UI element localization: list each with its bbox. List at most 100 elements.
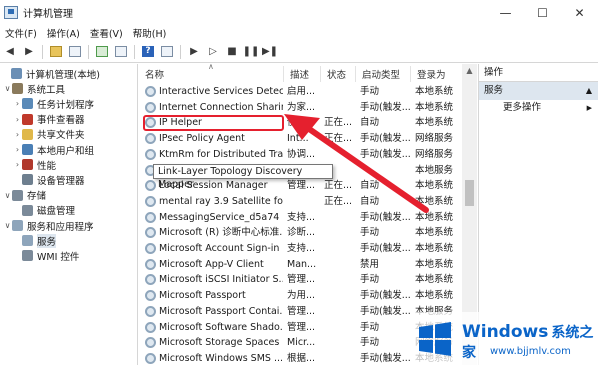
tree-item[interactable]: › 本地用户和组 xyxy=(13,142,94,157)
up-folder-icon[interactable] xyxy=(48,44,64,60)
service-name-tooltip: Link-Layer Topology Discovery Mapper xyxy=(153,164,333,190)
service-row[interactable]: KtmRm for Distributed Tra... 协调... 手动(触发..… xyxy=(139,147,465,163)
title-bar: 计算机管理 — ☐ ✕ xyxy=(0,0,598,25)
service-row[interactable]: Microsoft Passport 为用... 手动(触发... 本地系统 xyxy=(139,288,465,304)
computer-icon xyxy=(11,68,22,79)
tree-item[interactable]: ∨ 系统工具 xyxy=(3,81,65,96)
expand-right-icon[interactable]: › xyxy=(13,99,22,108)
submenu-arrow-icon: ▶ xyxy=(586,104,592,112)
service-row[interactable]: Microsoft App-V Client Man... 禁用 本地系统 xyxy=(139,257,465,273)
service-row[interactable]: Internet Connection Sharin... 为家... 手动(触发.… xyxy=(139,100,465,116)
start-service-alt-icon[interactable]: ▷ xyxy=(205,44,221,60)
service-startup: 禁用 xyxy=(360,258,380,270)
service-row[interactable]: IPsec Policy Agent Int... 正在... 手动(触发... 网络服… xyxy=(139,131,465,147)
forward-icon[interactable]: ▶ xyxy=(21,44,37,60)
service-startup: 手动 xyxy=(360,227,380,239)
tree-item[interactable]: ∨ 存储 xyxy=(3,188,46,203)
service-startup: 手动 xyxy=(360,337,380,349)
window-title: 计算机管理 xyxy=(23,9,73,20)
tree-item[interactable]: 服务 xyxy=(13,233,57,248)
service-gear-icon xyxy=(145,258,156,270)
service-row[interactable]: MessagingService_d5a74 支持... 手动(触发... 本地系统 xyxy=(139,210,465,226)
pause-service-icon[interactable]: ❚❚ xyxy=(243,44,260,60)
menu-action[interactable]: 操作(A) xyxy=(42,26,85,40)
expand-right-icon[interactable]: › xyxy=(13,160,22,169)
expand-right-icon[interactable]: › xyxy=(13,130,22,139)
service-row[interactable]: mental ray 3.9 Satellite for ... 正在... 自动 本… xyxy=(139,194,465,210)
column-status-label: 状态 xyxy=(327,70,347,81)
tree-item[interactable]: WMI 控件 xyxy=(13,248,79,263)
service-row[interactable]: Microsoft (R) 诊断中心标准... 诊断... 手动 本地系统 xyxy=(139,225,465,241)
tree-item[interactable]: › 共享文件夹 xyxy=(13,127,85,142)
refresh-icon[interactable] xyxy=(94,44,110,60)
scrollbar-thumb[interactable] xyxy=(465,180,474,206)
export-list-icon[interactable] xyxy=(113,44,129,60)
service-desc: 支持... xyxy=(287,211,316,223)
column-startup-type[interactable]: 启动类型 xyxy=(356,66,411,82)
expand-down-icon[interactable]: ∨ xyxy=(3,221,12,230)
show-hide-tree-icon[interactable] xyxy=(67,44,83,60)
expand-right-icon[interactable]: › xyxy=(13,145,22,154)
service-name: Interactive Services Detect... xyxy=(159,86,283,97)
close-button[interactable]: ✕ xyxy=(561,0,598,25)
service-startup: 手动(触发... xyxy=(360,133,411,145)
column-description-label: 描述 xyxy=(290,70,310,81)
restart-service-icon[interactable]: ▶❚ xyxy=(262,44,278,60)
service-desc: 为用... xyxy=(287,290,316,302)
navigation-tree: 计算机管理(本地) ∨ 系统工具 › 任务计划程序 › 事件查看器 › 共享文件夹 › 本地用户和组… xyxy=(0,64,138,365)
tree-item-label: 系统工具 xyxy=(27,84,66,96)
tree-item-label: 任务计划程序 xyxy=(37,99,95,111)
tree-item[interactable]: › 任务计划程序 xyxy=(13,96,94,111)
minimize-button[interactable]: — xyxy=(487,0,524,25)
service-status xyxy=(324,351,356,365)
toolbar-separator xyxy=(88,44,89,59)
collapse-up-icon[interactable]: ▲ xyxy=(586,82,592,100)
service-name: Internet Connection Sharin... xyxy=(159,101,283,113)
service-status xyxy=(324,320,356,336)
service-row[interactable]: Microsoft Account Sign-in ... 支持... 手动(触发.… xyxy=(139,241,465,257)
column-status[interactable]: 状态 xyxy=(321,66,356,82)
service-logon: 网络服务 xyxy=(415,148,454,160)
service-name: Microsoft Account Sign-in ... xyxy=(159,243,283,254)
service-row[interactable]: Microsoft iSCSI Initiator S... 管理... 手动 本地系… xyxy=(139,272,465,288)
start-service-icon[interactable]: ▶ xyxy=(186,44,202,60)
menu-file[interactable]: 文件(F) xyxy=(0,26,42,40)
service-name: Microsoft Software Shado... xyxy=(159,321,283,333)
tree-item[interactable]: 设备管理器 xyxy=(13,172,85,187)
menu-help[interactable]: 帮助(H) xyxy=(128,26,172,40)
tree-item-label: 存储 xyxy=(27,191,47,203)
scroll-up-icon[interactable]: ▲ xyxy=(462,66,477,75)
tree-item-label: 计算机管理(本地) xyxy=(26,69,100,81)
column-logon-as[interactable]: 登录为 xyxy=(411,66,465,82)
tree-item[interactable]: › 性能 xyxy=(13,157,56,172)
expand-right-icon[interactable]: › xyxy=(13,115,22,124)
service-gear-icon xyxy=(145,148,156,160)
menu-view[interactable]: 查看(V) xyxy=(85,26,128,40)
tree-item[interactable]: › 事件查看器 xyxy=(13,112,85,127)
back-icon[interactable]: ◀ xyxy=(2,44,18,60)
service-startup: 手动(触发... xyxy=(360,243,411,254)
tree-item[interactable]: ∨ 服务和应用程序 xyxy=(3,218,94,233)
tree-item[interactable]: 计算机管理(本地) xyxy=(2,66,100,81)
service-startup: 自动 xyxy=(360,195,380,207)
expand-down-icon[interactable]: ∨ xyxy=(3,84,12,93)
actions-section-services[interactable]: 服务 ▲ xyxy=(479,82,598,100)
column-description[interactable]: 描述 xyxy=(284,66,321,82)
properties-icon[interactable] xyxy=(159,44,175,60)
expand-down-icon[interactable]: ∨ xyxy=(3,191,12,200)
service-status xyxy=(324,210,356,226)
help-icon[interactable]: ? xyxy=(140,44,156,60)
column-name-label: 名称 xyxy=(145,70,165,81)
toolbar-separator xyxy=(42,44,43,59)
more-actions-item[interactable]: 更多操作 ▶ xyxy=(479,100,598,116)
service-row[interactable]: Interactive Services Detect... 启用... 手动 本地系… xyxy=(139,84,465,100)
storage-icon xyxy=(12,189,23,201)
service-logon: 本地系统 xyxy=(415,86,454,97)
watermark-url: www.bjjmlv.com xyxy=(490,346,571,357)
stop-service-icon[interactable]: ■ xyxy=(224,44,240,60)
tree-item[interactable]: 磁盘管理 xyxy=(13,203,75,218)
maximize-button[interactable]: ☐ xyxy=(524,0,561,25)
service-logon: 本地服务 xyxy=(415,164,454,176)
tree-item-label: 磁盘管理 xyxy=(37,206,76,218)
service-status xyxy=(324,272,356,288)
